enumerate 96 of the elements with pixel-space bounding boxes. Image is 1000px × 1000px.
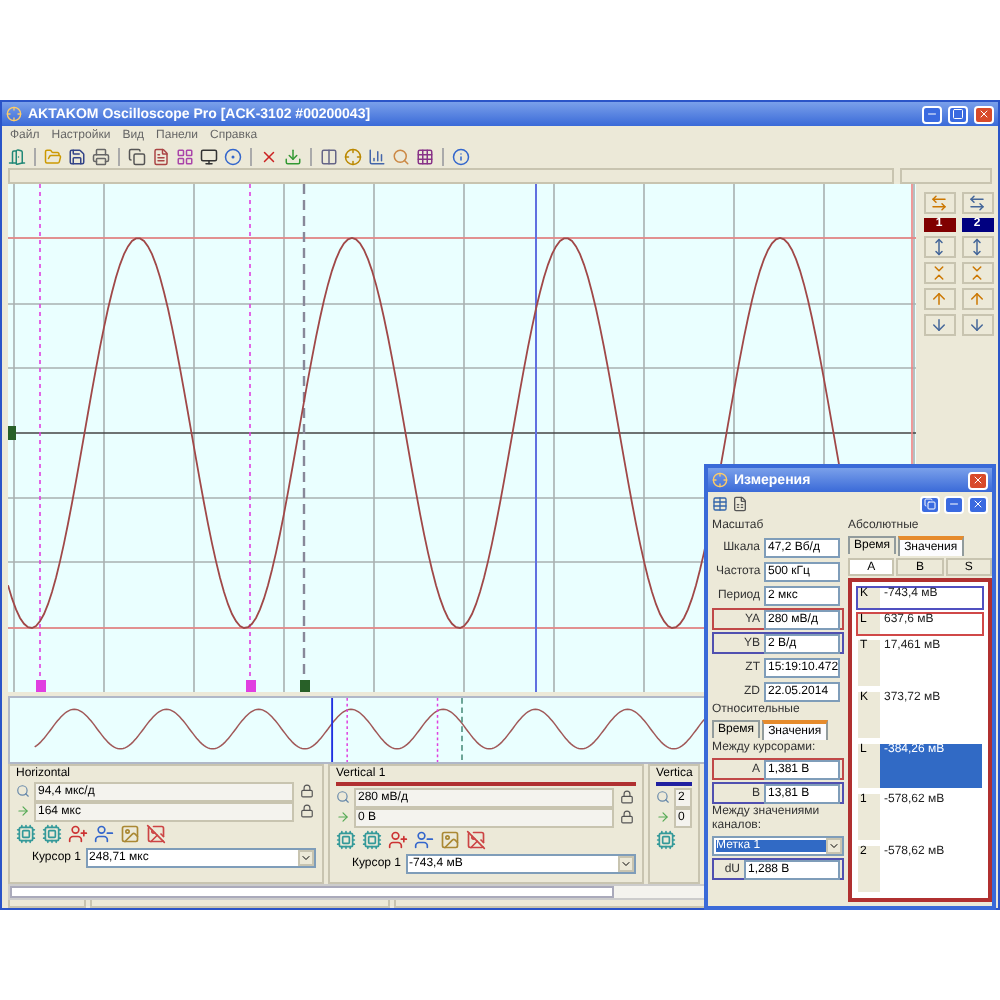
maximize-button[interactable] <box>948 105 968 123</box>
close-button[interactable] <box>968 471 988 489</box>
columns-icon[interactable] <box>320 147 338 165</box>
picture-icon[interactable] <box>440 830 460 850</box>
restore-icon <box>924 498 936 510</box>
lock-button[interactable] <box>298 803 316 819</box>
cursor-marker <box>246 680 256 692</box>
up-arrow-icon <box>968 290 986 308</box>
app-icon <box>712 472 728 488</box>
lock-button[interactable] <box>618 789 636 805</box>
arrow-icon <box>16 804 30 818</box>
print-icon[interactable] <box>92 147 110 165</box>
grid-icon[interactable] <box>416 147 434 165</box>
close-button[interactable] <box>968 495 988 513</box>
cursor-marker <box>36 680 46 692</box>
magnifier-icon <box>336 790 350 804</box>
cursor-line <box>331 697 334 763</box>
caret-icon <box>828 840 840 852</box>
level-marker <box>8 426 16 440</box>
down-button[interactable] <box>923 314 955 336</box>
picture-icon[interactable] <box>120 824 140 844</box>
close-button[interactable] <box>974 105 994 123</box>
caret-icon <box>620 857 632 869</box>
stretch-button[interactable] <box>923 236 955 258</box>
minimize-icon <box>926 108 938 120</box>
compress-icon <box>930 264 948 282</box>
document-icon[interactable] <box>152 147 170 165</box>
compress-button[interactable] <box>961 262 993 284</box>
minimize-button[interactable] <box>922 105 942 123</box>
chip-icon[interactable] <box>362 830 382 850</box>
chip-icon[interactable] <box>656 830 676 850</box>
door-icon[interactable] <box>8 147 26 165</box>
lock-icon <box>620 790 634 804</box>
magnifier-icon <box>656 790 670 804</box>
person-plus-icon[interactable] <box>388 830 408 850</box>
down-arrow-icon <box>930 316 948 334</box>
vertical-arrow-icon <box>968 238 986 256</box>
lock-icon <box>300 804 314 818</box>
minimize-button[interactable] <box>944 495 964 513</box>
info-icon[interactable] <box>452 147 470 165</box>
arrow-icon <box>656 810 670 824</box>
stretch-button[interactable] <box>961 236 993 258</box>
circle-icon[interactable] <box>224 147 242 165</box>
dropdown-button[interactable] <box>826 838 842 854</box>
person-minus-icon[interactable] <box>94 824 114 844</box>
arrow-icon <box>336 810 350 824</box>
chart-icon[interactable] <box>368 147 386 165</box>
vertical-arrow-icon <box>930 238 948 256</box>
grid-icon[interactable] <box>176 147 194 165</box>
picture-off-icon[interactable] <box>146 824 166 844</box>
table-icon[interactable] <box>712 496 728 512</box>
down-arrow-icon <box>968 316 986 334</box>
cursor-line <box>436 697 439 763</box>
chip-icon[interactable] <box>16 824 36 844</box>
restore-button[interactable] <box>920 495 940 513</box>
compress-button[interactable] <box>923 262 955 284</box>
close-icon[interactable] <box>260 147 278 165</box>
down-button[interactable] <box>961 314 993 336</box>
close-icon <box>978 108 990 120</box>
chip-icon[interactable] <box>336 830 356 850</box>
picture-off-icon[interactable] <box>466 830 486 850</box>
chip-icon[interactable] <box>42 824 62 844</box>
caret-icon <box>300 851 312 863</box>
lock-button[interactable] <box>298 783 316 799</box>
person-plus-icon[interactable] <box>68 824 88 844</box>
lock-icon <box>300 784 314 798</box>
lock-icon <box>620 810 634 824</box>
monitor-icon[interactable] <box>200 147 218 165</box>
cursor-line <box>346 697 348 763</box>
trigger-marker <box>300 680 310 692</box>
converge-button[interactable] <box>923 192 955 214</box>
save-icon[interactable] <box>68 147 86 165</box>
compress-icon <box>968 264 986 282</box>
trigger-line <box>461 697 463 763</box>
maximize-icon <box>952 108 964 120</box>
magnifier-icon <box>16 784 30 798</box>
sheet-icon[interactable] <box>732 496 748 512</box>
lock-button[interactable] <box>618 809 636 825</box>
up-button[interactable] <box>923 288 955 310</box>
close-icon <box>972 474 984 486</box>
app-icon <box>6 106 22 122</box>
info-field <box>899 168 992 184</box>
double-arrow-icon <box>930 194 948 212</box>
up-arrow-icon <box>930 290 948 308</box>
dropdown-button[interactable] <box>298 849 314 865</box>
copy-icon[interactable] <box>128 147 146 165</box>
search-icon[interactable] <box>392 147 410 165</box>
double-arrow-icon <box>968 194 986 212</box>
close-icon <box>972 498 984 510</box>
crosshair-icon[interactable] <box>344 147 362 165</box>
download-icon[interactable] <box>284 147 302 165</box>
dropdown-button[interactable] <box>618 855 634 871</box>
expand-button[interactable] <box>961 192 993 214</box>
person-minus-icon[interactable] <box>414 830 434 850</box>
minimize-icon <box>948 498 960 510</box>
up-button[interactable] <box>961 288 993 310</box>
